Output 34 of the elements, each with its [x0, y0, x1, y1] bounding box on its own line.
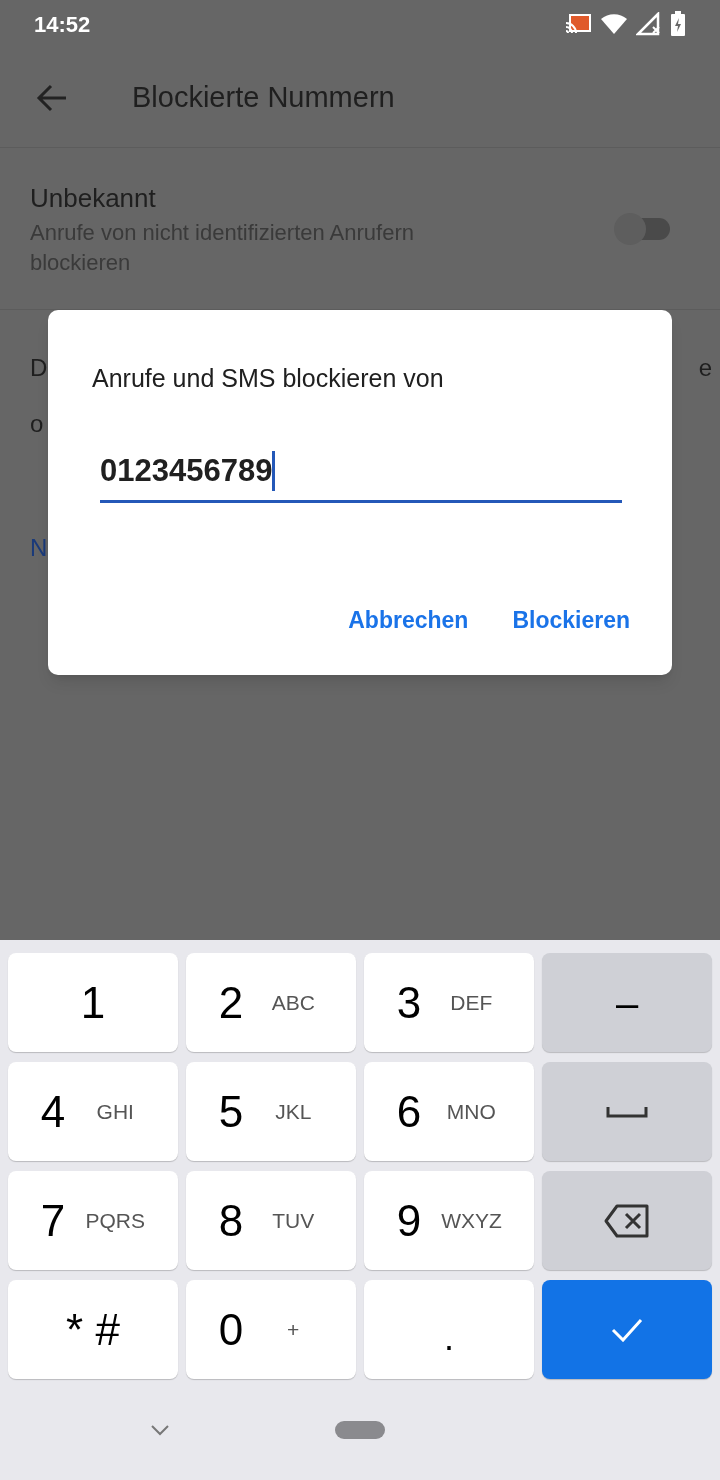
covered-text: e — [698, 353, 712, 383]
covered-text: o — [30, 410, 44, 437]
battery-icon — [670, 11, 686, 37]
keypad-key[interactable]: . — [364, 1280, 534, 1379]
backspace-key[interactable] — [542, 1171, 712, 1270]
dialog-button[interactable]: Abbrechen — [348, 602, 469, 637]
dialog-title: Anrufe und SMS blockieren von — [92, 363, 445, 394]
keypad-key[interactable]: 4 GHI — [8, 1062, 178, 1161]
setting-title: Unbekannt — [30, 182, 157, 215]
check-icon — [611, 1317, 643, 1342]
signal-icon — [636, 12, 662, 36]
keypad-key[interactable]: 3 DEF — [364, 953, 534, 1052]
keypad-key[interactable]: * # — [8, 1280, 178, 1379]
keypad-key[interactable]: 5 JKL — [186, 1062, 356, 1161]
space-icon — [606, 1105, 648, 1118]
keypad-key[interactable]: 8 TUV — [186, 1171, 356, 1270]
back-arrow-icon[interactable] — [36, 83, 68, 112]
dialog-button[interactable]: Blockieren — [512, 602, 630, 637]
cast-icon — [564, 13, 592, 35]
keypad-key[interactable]: 7 PQRS — [8, 1171, 178, 1270]
keypad-key[interactable]: – — [542, 953, 712, 1052]
covered-text: D — [30, 353, 48, 383]
keypad-key[interactable]: 6 MNO — [364, 1062, 534, 1161]
number-field[interactable]: 0123456789 — [100, 447, 622, 503]
keypad-key[interactable]: 0 + — [186, 1280, 356, 1379]
keypad-key[interactable]: 1 — [8, 953, 178, 1052]
chevron-down-icon[interactable] — [150, 1423, 170, 1436]
screen-title: Blockierte Nummern — [132, 79, 395, 115]
backspace-icon — [604, 1202, 650, 1239]
wifi-icon — [600, 13, 628, 35]
keypad-key[interactable]: 9 WXYZ — [364, 1171, 534, 1270]
keypad-key[interactable]: 2 ABC — [186, 953, 356, 1052]
status-time: 14:52 — [34, 10, 91, 39]
home-handle[interactable] — [335, 1420, 385, 1439]
